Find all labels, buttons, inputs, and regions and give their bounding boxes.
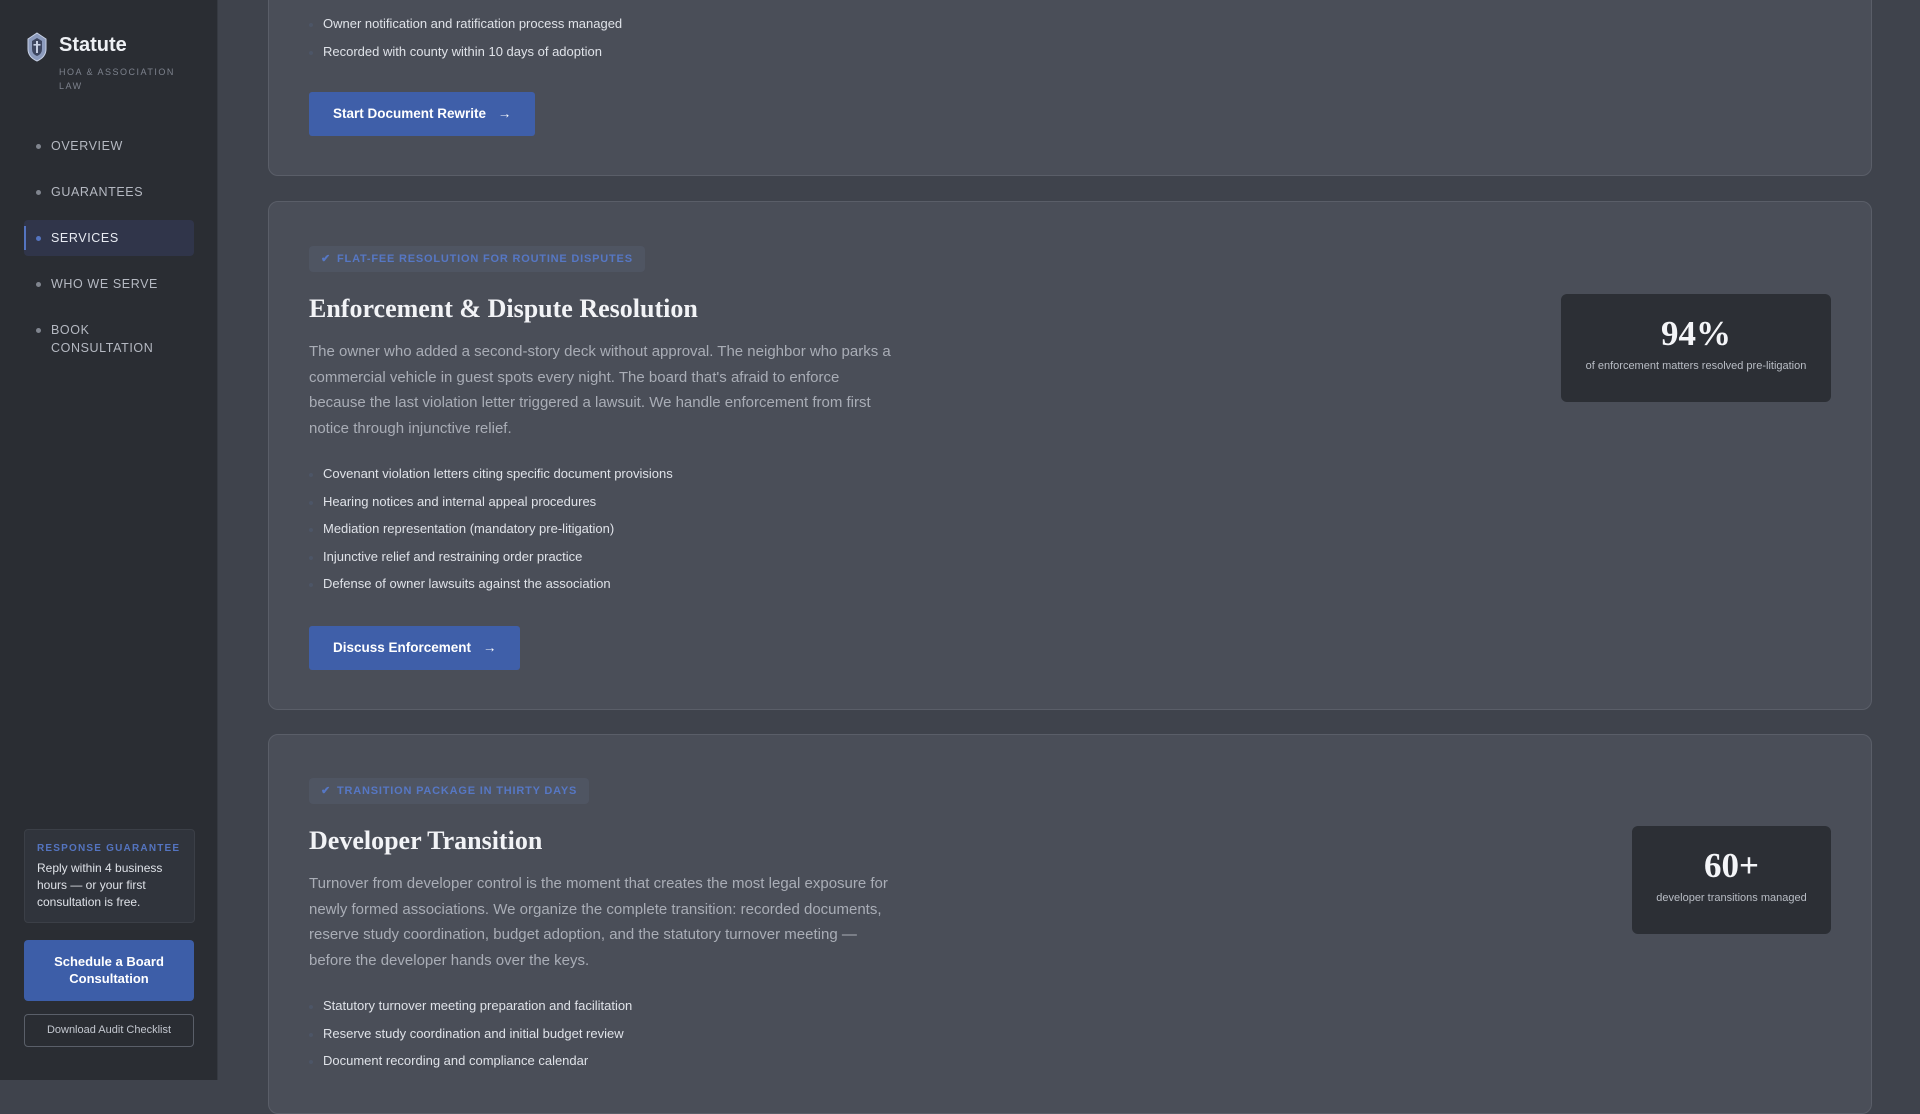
badge-label: FLAT-FEE RESOLUTION FOR ROUTINE DISPUTES bbox=[337, 253, 633, 265]
sidebar: Statute HOA & ASSOCIATION LAW OVERVIEW G… bbox=[0, 0, 218, 1080]
schedule-consultation-button[interactable]: Schedule a Board Consultation bbox=[24, 940, 194, 1001]
download-checklist-button[interactable]: Download Audit Checklist bbox=[24, 1014, 194, 1047]
sidebar-item-label: WHO WE SERVE bbox=[51, 277, 158, 291]
sidebar-item-label: BOOK CONSULTATION bbox=[51, 323, 154, 355]
list-item: Owner notification and ratification proc… bbox=[309, 15, 622, 43]
bullet-dot-icon bbox=[36, 144, 41, 149]
feature-list: Covenant violation letters citing specif… bbox=[309, 465, 673, 603]
stat-label: of enforcement matters resolved pre-liti… bbox=[1585, 360, 1807, 372]
bullet-dot-icon bbox=[36, 190, 41, 195]
bullet-dot-icon bbox=[36, 328, 41, 333]
feature-list: Owner notification and ratification proc… bbox=[309, 15, 622, 70]
list-item: Document recording and compliance calend… bbox=[309, 1052, 632, 1080]
sidebar-item-label: OVERVIEW bbox=[51, 139, 123, 153]
sidebar-item-label: SERVICES bbox=[51, 231, 119, 245]
guarantee-text: Reply within 4 business hours — or your … bbox=[37, 861, 163, 909]
service-card-developer-transition: ✔ TRANSITION PACKAGE IN THIRTY DAYS Devel… bbox=[268, 734, 1872, 1114]
list-item: Covenant violation letters citing specif… bbox=[309, 465, 673, 493]
sidebar-item-who-we-serve[interactable]: WHO WE SERVE bbox=[24, 266, 194, 302]
start-document-rewrite-button[interactable]: Start Document Rewrite → bbox=[309, 92, 536, 136]
stat-value: 94% bbox=[1661, 314, 1731, 353]
list-item: Injunctive relief and restraining order … bbox=[309, 548, 673, 576]
arrow-right-icon: → bbox=[497, 106, 512, 121]
response-guarantee-box: RESPONSE GUARANTEE Reply within 4 busine… bbox=[24, 829, 195, 923]
service-badge: ✔ FLAT-FEE RESOLUTION FOR ROUTINE DISPUTE… bbox=[309, 246, 645, 272]
badge-label: TRANSITION PACKAGE IN THIRTY DAYS bbox=[337, 785, 578, 797]
stat-value: 60+ bbox=[1704, 846, 1759, 885]
list-item: Statutory turnover meeting preparation a… bbox=[309, 997, 632, 1025]
stat-label: developer transitions managed bbox=[1656, 892, 1807, 904]
list-item: Hearing notices and internal appeal proc… bbox=[309, 493, 673, 521]
sidebar-item-book-consultation[interactable]: BOOK CONSULTATION bbox=[24, 312, 194, 366]
check-icon: ✔ bbox=[321, 253, 332, 265]
list-item: Reserve study coordination and initial b… bbox=[309, 1025, 632, 1053]
button-label: Discuss Enforcement bbox=[333, 640, 472, 655]
bullet-dot-icon bbox=[36, 236, 41, 241]
sidebar-item-guarantees[interactable]: GUARANTEES bbox=[24, 174, 194, 210]
list-item: Recorded with county within 10 days of a… bbox=[309, 43, 622, 71]
list-item: Defense of owner lawsuits against the as… bbox=[309, 575, 673, 603]
arrow-right-icon: → bbox=[482, 640, 497, 655]
brand-tagline: HOA & ASSOCIATION LAW bbox=[59, 67, 175, 91]
sidebar-item-services[interactable]: SERVICES bbox=[24, 220, 194, 256]
guarantee-title: RESPONSE GUARANTEE bbox=[37, 843, 181, 854]
sidebar-nav: OVERVIEW GUARANTEES SERVICES WHO WE SERV… bbox=[24, 128, 194, 376]
service-card-enforcement: ✔ FLAT-FEE RESOLUTION FOR ROUTINE DISPUTE… bbox=[268, 201, 1872, 710]
list-item: Mediation representation (mandatory pre-… bbox=[309, 520, 673, 548]
service-title: Developer Transition bbox=[309, 826, 543, 855]
stat-box: 94% of enforcement matters resolved pre-… bbox=[1561, 294, 1831, 402]
sidebar-item-label: GUARANTEES bbox=[51, 185, 144, 199]
shield-badge-icon bbox=[27, 32, 47, 62]
stat-box: 60+ developer transitions managed bbox=[1632, 826, 1831, 934]
bullet-dot-icon bbox=[36, 282, 41, 287]
service-description: The owner who added a second-story deck … bbox=[309, 343, 891, 437]
service-description: Turnover from developer control is the m… bbox=[309, 875, 888, 969]
feature-list: Statutory turnover meeting preparation a… bbox=[309, 997, 632, 1080]
discuss-enforcement-button[interactable]: Discuss Enforcement → bbox=[309, 626, 521, 670]
sidebar-item-overview[interactable]: OVERVIEW bbox=[24, 128, 194, 164]
button-label: Start Document Rewrite bbox=[333, 106, 487, 121]
brand-name: Statute bbox=[59, 34, 127, 56]
check-icon: ✔ bbox=[321, 785, 332, 797]
service-title: Enforcement & Dispute Resolution bbox=[309, 294, 698, 323]
service-badge: ✔ TRANSITION PACKAGE IN THIRTY DAYS bbox=[309, 778, 590, 804]
service-card-document-rewrite: Owner notification and ratification proc… bbox=[268, 0, 1872, 176]
